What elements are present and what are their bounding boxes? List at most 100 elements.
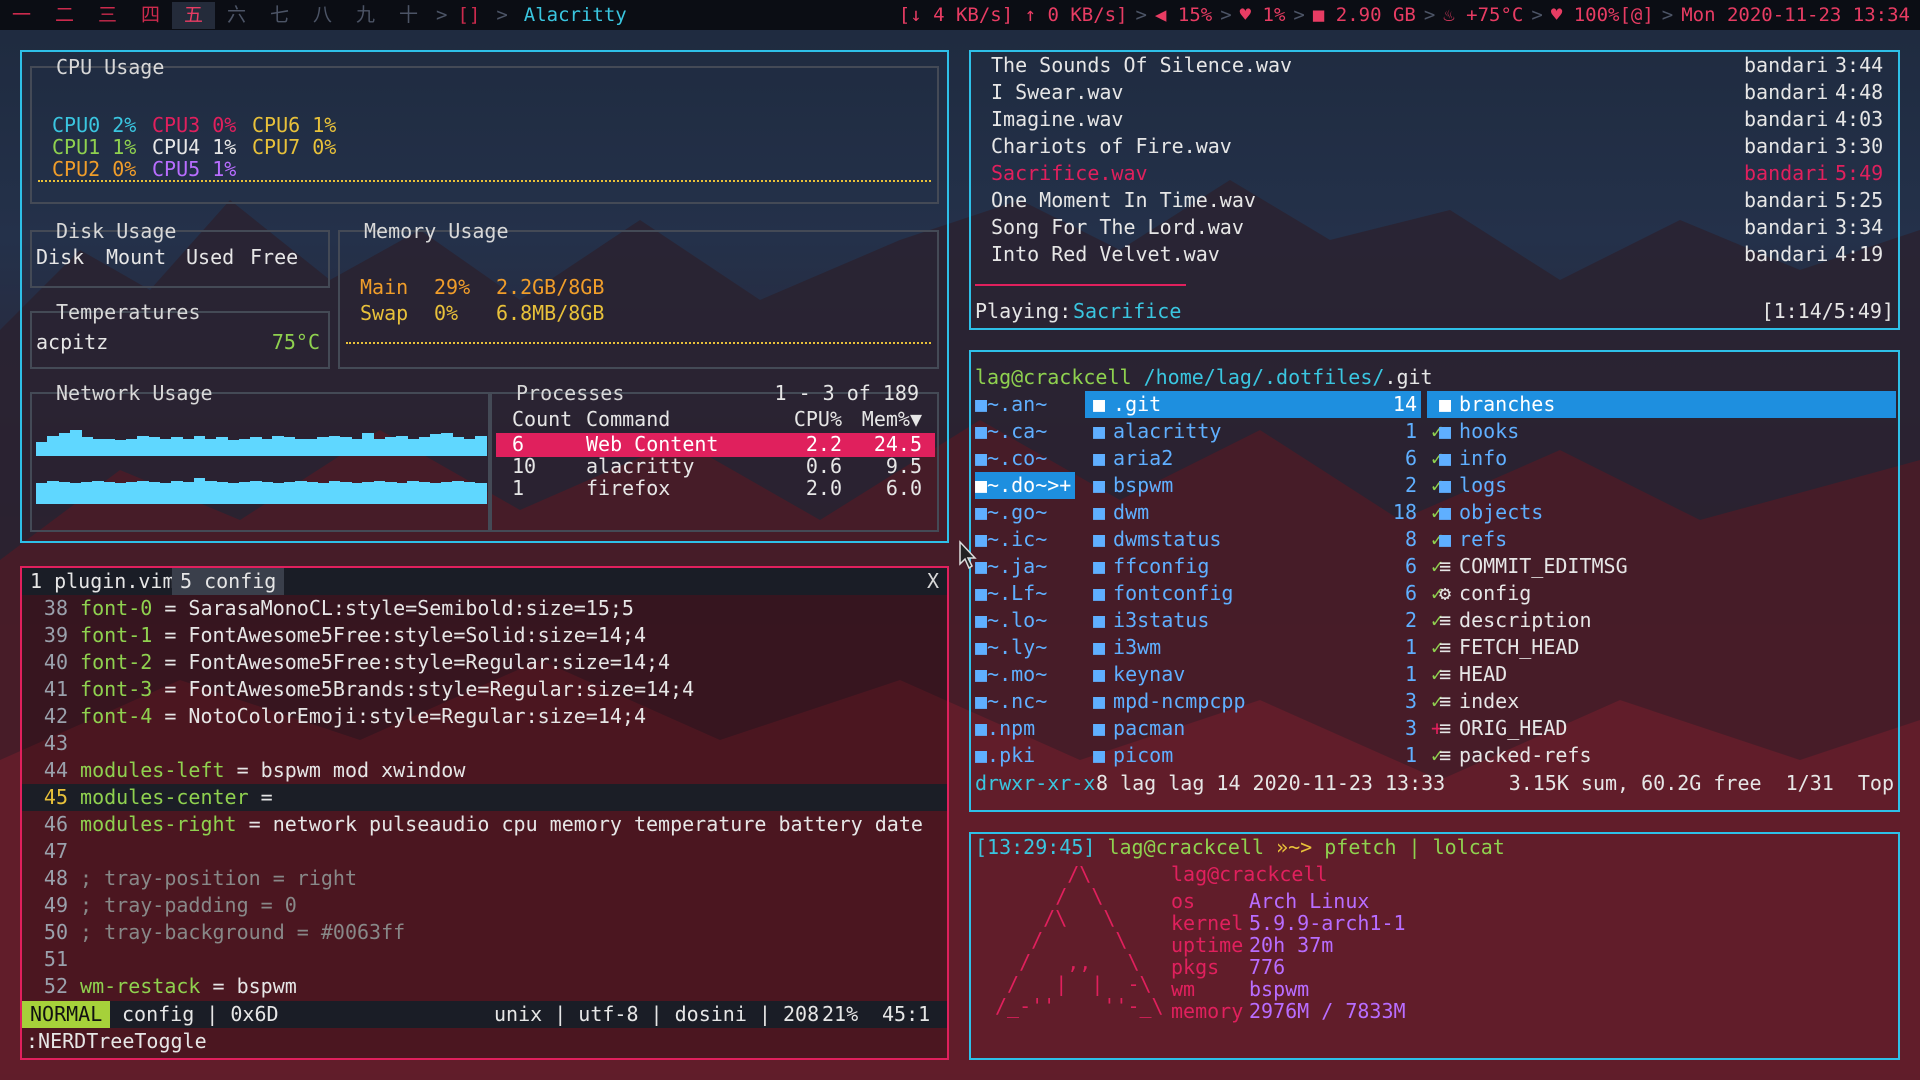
preview-item[interactable]: ≡ ORIG_HEAD (1427, 715, 1896, 742)
workspace-2[interactable]: 二 (43, 2, 86, 29)
vim-line[interactable]: 40 font-2 = FontAwesome5Free:style=Regul… (22, 649, 947, 676)
vim-cmdline[interactable]: :NERDTreeToggle (26, 1028, 207, 1055)
pfetch-terminal[interactable]: [13:29:45] lag@crackcell »~> pfetch | lo… (969, 832, 1900, 1060)
preview-item[interactable]: ≡ packed-refs (1427, 742, 1896, 769)
track-title[interactable]: I Swear.wav (991, 79, 1123, 106)
track-title[interactable]: Sacrifice.wav (991, 160, 1148, 187)
parent-dir-item[interactable]: ■~.nc~ (975, 688, 1075, 715)
parent-dir-item[interactable]: ■~.an~ (975, 391, 1075, 418)
dir-item[interactable]: ■ dwmstatus 8 ✓ (1085, 526, 1443, 553)
process-column-header[interactable]: Mem%▼ (852, 406, 922, 433)
mouse-cursor-icon (959, 540, 977, 570)
playback-progress-bar[interactable] (975, 284, 1187, 286)
vim-line[interactable]: 45 modules-center = (22, 784, 947, 811)
dir-item[interactable]: ■ aria2 6 ✓ (1085, 445, 1443, 472)
preview-item[interactable]: ⚙ config (1427, 580, 1896, 607)
vim-line[interactable]: 42 font-4 = NotoColorEmoji:style=Regular… (22, 703, 947, 730)
workspace-8[interactable]: 八 (301, 2, 344, 29)
vim-line[interactable]: 39 font-1 = FontAwesome5Free:style=Solid… (22, 622, 947, 649)
dir-item[interactable]: ■ bspwm 2 ✓ (1085, 472, 1443, 499)
vim-line[interactable]: 50 ; tray-background = #0063ff (22, 919, 947, 946)
track-title[interactable]: Imagine.wav (991, 106, 1123, 133)
dir-item[interactable]: ■ pacman 3 + (1085, 715, 1443, 742)
dir-item[interactable]: ■ fontconfig 6 ✓ (1085, 580, 1443, 607)
vim-line[interactable]: 46 modules-right = network pulseaudio cp… (22, 811, 947, 838)
vim-line[interactable]: 51 (22, 946, 947, 973)
vim-line[interactable]: 52 wm-restack = bspwm (22, 973, 947, 1000)
vim-close-button[interactable]: X (927, 568, 939, 595)
network-graph-bar (216, 482, 228, 504)
dir-item[interactable]: ■ i3wm 1 ✓ (1085, 634, 1443, 661)
vim-tab[interactable]: 5 config (172, 568, 285, 595)
ncmpcpp-window[interactable]: The Sounds Of Silence.wav bandari 3:44 I Sw… (969, 50, 1900, 330)
workspace-6[interactable]: 六 (215, 2, 258, 29)
processes-panel[interactable]: Processes 1 - 3 of 189 Count Command CPU% M… (490, 381, 939, 532)
parent-dir-item[interactable]: ■~.ja~ (975, 553, 1075, 580)
layout-indicator[interactable]: [] (453, 2, 490, 29)
preview-item[interactable]: ■ branches (1427, 391, 1896, 418)
parent-dir-item[interactable]: ■~.co~ (975, 445, 1075, 472)
preview-item[interactable]: ■ info (1427, 445, 1896, 472)
track-title[interactable]: Song For The Lord.wav (991, 214, 1244, 241)
vim-line[interactable]: 49 ; tray-padding = 0 (22, 892, 947, 919)
dir-item[interactable]: ■ mpd-ncmpcpp 3 ✓ (1085, 688, 1443, 715)
process-cell-count: 1 (512, 476, 525, 500)
parent-dir-item[interactable]: ■~.mo~ (975, 661, 1075, 688)
track-title[interactable]: The Sounds Of Silence.wav (991, 52, 1292, 79)
process-column-header[interactable]: CPU% (776, 406, 842, 433)
gotop-window[interactable]: CPU Usage CPU0 2% CPU3 0% CPU6 1% CPU1 1% CP… (20, 50, 949, 543)
preview-item[interactable]: ■ logs (1427, 472, 1896, 499)
parent-dir-item[interactable]: ■~.lo~ (975, 607, 1075, 634)
workspace-10[interactable]: 十 (387, 2, 430, 29)
vim-line[interactable]: 47 (22, 838, 947, 865)
vim-tab[interactable]: 1 plugin.vim (22, 568, 183, 595)
dir-item[interactable]: ■ .git 14 (1085, 391, 1421, 418)
parent-dir-item[interactable]: ■~.ca~ (975, 418, 1075, 445)
vim-window[interactable]: 1 plugin.vim 5 config X 38 font-0 = Saras… (20, 566, 949, 1060)
ranger-window[interactable]: lag@crackcell /home/lag/.dotfiles/.git ■… (969, 350, 1900, 812)
vim-line[interactable]: 44 modules-left = bspwm mod xwindow (22, 757, 947, 784)
dir-item[interactable]: ■ picom 1 ✓ (1085, 742, 1443, 769)
preview-item[interactable]: ≡ FETCH_HEAD (1427, 634, 1896, 661)
preview-item[interactable]: ■ refs (1427, 526, 1896, 553)
workspace-7[interactable]: 七 (258, 2, 301, 29)
parent-dir-item[interactable]: ■.pki (975, 742, 1075, 769)
track-title[interactable]: One Moment In Time.wav (991, 187, 1256, 214)
parent-dir-item[interactable]: ■~.do~>+ (975, 472, 1075, 499)
parent-dir-item[interactable]: ■.npm (975, 715, 1075, 742)
preview-item[interactable]: ■ objects (1427, 499, 1896, 526)
preview-item[interactable]: ≡ COMMIT_EDITMSG (1427, 553, 1896, 580)
process-column-header[interactable]: Command (586, 406, 670, 433)
workspace-9[interactable]: 九 (344, 2, 387, 29)
dir-count: 8 (1404, 527, 1417, 551)
file-icon: ≡ (1439, 689, 1452, 713)
parent-dir-item[interactable]: ■~.ic~ (975, 526, 1075, 553)
dir-item[interactable]: ■ ffconfig 6 ✓ (1085, 553, 1443, 580)
vim-line[interactable]: 48 ; tray-position = right (22, 865, 947, 892)
preview-item[interactable]: ■ hooks (1427, 418, 1896, 445)
dir-item[interactable]: ■ dwm 18 ✓ (1085, 499, 1443, 526)
preview-item[interactable]: ≡ HEAD (1427, 661, 1896, 688)
vim-line[interactable]: 41 font-3 = FontAwesome5Brands:style=Reg… (22, 676, 947, 703)
dir-item[interactable]: ■ keynav 1 ✓ (1085, 661, 1443, 688)
parent-dir-item[interactable]: ■~.go~ (975, 499, 1075, 526)
process-row[interactable]: 1 firefox 2.0 6.0 (496, 476, 935, 501)
workspace-5[interactable]: 五 (172, 1, 215, 29)
volume-module[interactable]: ◀ 15% (1155, 2, 1212, 29)
workspace-3[interactable]: 三 (86, 2, 129, 29)
preview-item[interactable]: ≡ index (1427, 688, 1896, 715)
workspace-1[interactable]: 一 (0, 2, 43, 29)
process-column-header[interactable]: Count (512, 406, 572, 433)
parent-dir-item[interactable]: ■~.Lf~ (975, 580, 1075, 607)
vim-line[interactable]: 38 font-0 = SarasaMonoCL:style=Semibold:… (22, 595, 947, 622)
network-graph-bar (261, 482, 273, 504)
dir-item[interactable]: ■ alacritty 1 ✓ (1085, 418, 1443, 445)
track-title[interactable]: Chariots of Fire.wav (991, 133, 1232, 160)
track-title[interactable]: Into Red Velvet.wav (991, 241, 1220, 268)
preview-item[interactable]: ≡ description (1427, 607, 1896, 634)
workspace-4[interactable]: 四 (129, 2, 172, 29)
parent-dir-item[interactable]: ■~.ly~ (975, 634, 1075, 661)
dir-item[interactable]: ■ i3status 2 ✓ (1085, 607, 1443, 634)
network-graph-bar (396, 483, 408, 504)
vim-line[interactable]: 43 (22, 730, 947, 757)
